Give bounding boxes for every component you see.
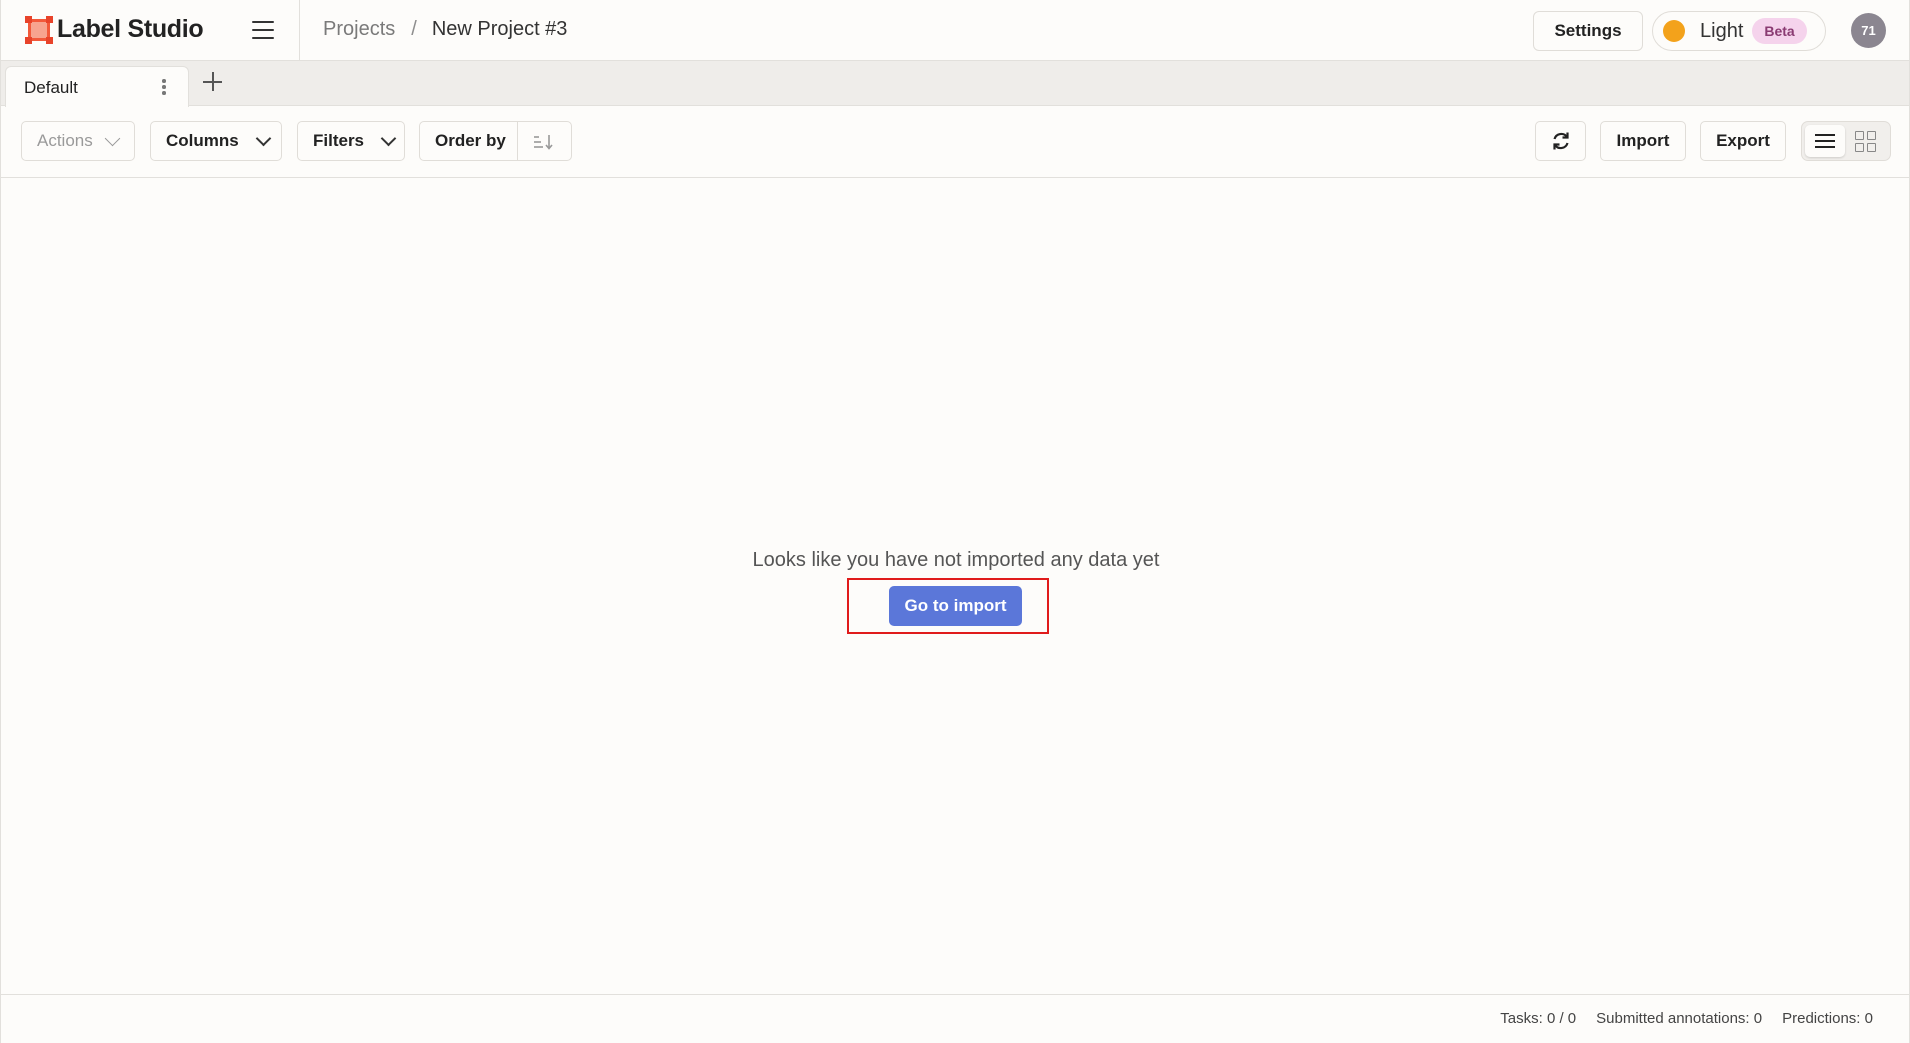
breadcrumb-current-project: New Project #3 — [431, 18, 568, 40]
settings-button[interactable]: Settings — [1533, 11, 1643, 51]
header-divider — [299, 0, 300, 61]
predictions-count: Predictions: 0 — [1782, 1010, 1873, 1027]
refresh-button[interactable] — [1535, 121, 1586, 161]
columns-label: Columns — [166, 131, 239, 150]
breadcrumb: Projects / New Project #3 — [323, 18, 567, 41]
top-header: Label Studio Projects / New Project #3 S… — [1, 0, 1909, 61]
sort-direction-icon[interactable] — [532, 133, 554, 151]
beta-badge: Beta — [1752, 18, 1807, 44]
tab-label: Default — [24, 78, 78, 97]
label-studio-logo-icon — [25, 15, 53, 44]
order-by-divider — [517, 122, 518, 160]
theme-label: Light — [1700, 19, 1744, 42]
tasks-count: Tasks: 0 / 0 — [1500, 1010, 1577, 1027]
tab-bar: Default — [1, 61, 1909, 107]
export-button[interactable]: Export — [1700, 121, 1786, 161]
breadcrumb-projects-link[interactable]: Projects — [323, 18, 395, 41]
hamburger-menu-icon[interactable] — [249, 16, 279, 44]
filters-dropdown[interactable]: Filters — [297, 121, 405, 161]
empty-state-message: Looks like you have not imported any dat… — [752, 549, 1160, 571]
tab-options-icon[interactable] — [160, 79, 168, 97]
breadcrumb-separator: / — [411, 18, 417, 40]
actions-dropdown[interactable]: Actions — [21, 121, 135, 161]
add-tab-icon[interactable] — [201, 70, 225, 94]
user-avatar[interactable]: 71 — [1851, 13, 1886, 48]
app-title: Label Studio — [57, 15, 204, 43]
status-footer: Tasks: 0 / 0 Submitted annotations: 0 Pr… — [1, 994, 1909, 1043]
view-mode-toggle — [1801, 121, 1891, 161]
submitted-annotations-count: Submitted annotations: 0 — [1596, 1010, 1763, 1027]
order-by-label: Order by — [435, 131, 506, 150]
filters-label: Filters — [313, 131, 365, 150]
tab-default[interactable]: Default — [5, 66, 189, 107]
app-logo[interactable]: Label Studio — [25, 15, 204, 44]
go-to-import-button[interactable]: Go to import — [889, 586, 1022, 626]
refresh-icon — [1552, 132, 1569, 150]
import-button[interactable]: Import — [1600, 121, 1686, 161]
theme-indicator-icon — [1663, 20, 1685, 42]
theme-toggle[interactable]: Light Beta — [1652, 11, 1826, 51]
data-manager-toolbar: Actions Columns Filters Order by Import … — [1, 106, 1909, 178]
list-view-icon[interactable] — [1805, 125, 1845, 157]
actions-label: Actions — [37, 131, 93, 150]
chevron-down-icon — [380, 130, 397, 147]
order-by-button[interactable]: Order by — [419, 121, 572, 161]
chevron-down-icon — [255, 130, 272, 147]
footer-stats: Tasks: 0 / 0 Submitted annotations: 0 Pr… — [1480, 1010, 1873, 1027]
chevron-down-icon — [104, 130, 121, 147]
grid-view-icon[interactable] — [1855, 131, 1877, 153]
columns-dropdown[interactable]: Columns — [150, 121, 282, 161]
